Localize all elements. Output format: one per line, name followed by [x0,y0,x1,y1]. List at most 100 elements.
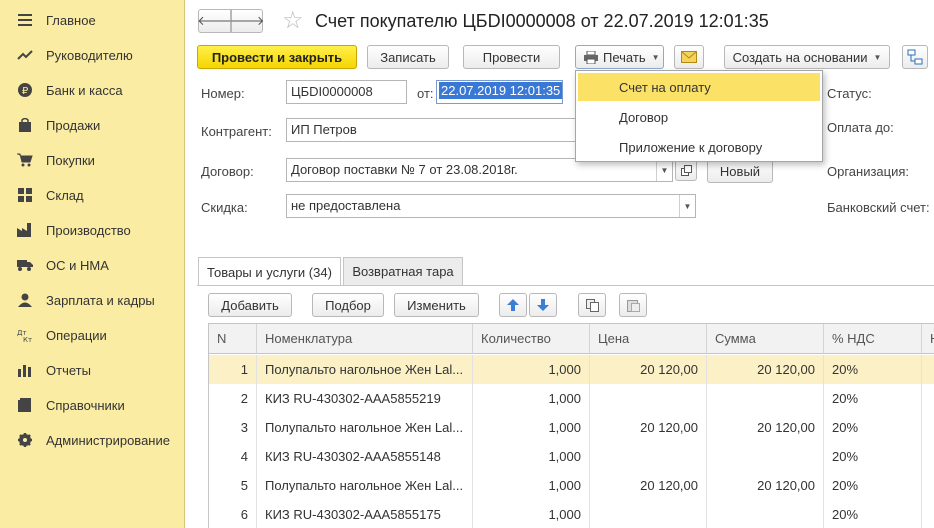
sidebar-item-operations[interactable]: Дт Кт Операции [0,320,184,350]
sidebar-item-label: Банк и касса [46,82,123,98]
sidebar-item-catalogs[interactable]: Справочники [0,390,184,420]
structure-button[interactable] [902,45,928,69]
table-row[interactable]: 1 Полупальто нагольное Жен Lal... 1,000 … [209,355,934,384]
date-value: 22.07.2019 12:01:35 [439,82,562,99]
cell-vat: 20% [824,413,922,442]
sidebar-item-label: Главное [46,12,96,28]
paste-button[interactable] [619,293,647,317]
favorite-star-icon[interactable]: ☆ [282,6,304,34]
table-row[interactable]: 5 Полупальто нагольное Жен Lal... 1,000 … [209,471,934,500]
cell-quantity: 1,000 [473,471,590,500]
sidebar-item-label: Склад [46,187,84,203]
table-row[interactable]: 3 Полупальто нагольное Жен Lal... 1,000 … [209,413,934,442]
book-icon [17,397,33,413]
page-title: Счет покупателю ЦБDI0000008 от 22.07.201… [315,11,769,31]
new-contract-button[interactable]: Новый [707,159,773,183]
back-button[interactable]: 🡐 [197,9,232,33]
cell-name: Полупальто нагольное Жен Lal... [257,355,473,384]
table-row[interactable]: 2 КИЗ RU-430302-ААА5855219 1,000 20% [209,384,934,413]
move-up-button[interactable] [499,293,527,317]
chevron-down-icon: ▼ [651,52,660,62]
table-row[interactable]: 6 КИЗ RU-430302-ААА5855175 1,000 20% [209,500,934,528]
cart-icon [17,152,33,168]
arrow-down-icon [537,299,549,311]
cell-price: 20 120,00 [590,355,707,384]
column-header-extra[interactable]: Н [922,324,934,354]
tab-returnable-packaging[interactable]: Возвратная тара [343,257,463,285]
discount-field[interactable]: не предоставлена ▼ [286,194,696,218]
menu-item-invoice[interactable]: Счет на оплату [578,73,820,101]
column-header-quantity[interactable]: Количество [473,324,590,354]
menu-item-contract-appendix[interactable]: Приложение к договору [578,133,820,161]
print-button[interactable]: Печать ▼ [575,45,664,69]
cell-name: КИЗ RU-430302-ААА5855148 [257,442,473,471]
sidebar-item-bank[interactable]: ₽ Банк и касса [0,75,184,105]
sidebar-item-admin[interactable]: Администрирование [0,425,184,455]
cell-name: Полупальто нагольное Жен Lal... [257,471,473,500]
sidebar-item-label: ОС и НМА [46,257,109,273]
menu-item-contract[interactable]: Договор [578,103,820,131]
ruble-coin-icon: ₽ [17,82,33,98]
column-header-n[interactable]: N [209,324,257,354]
column-header-price[interactable]: Цена [590,324,707,354]
shopping-bag-icon [17,117,33,133]
print-menu: Счет на оплату Договор Приложение к дого… [575,70,823,162]
menu-icon [17,12,33,28]
copy-icon [585,298,599,312]
organization-label: Организация: [827,164,910,179]
copy-button[interactable] [578,293,606,317]
cell-price [590,500,707,528]
save-button[interactable]: Записать [367,45,449,69]
sidebar-item-salary[interactable]: Зарплата и кадры [0,285,184,315]
open-icon [680,164,692,176]
cell-name: КИЗ RU-430302-ААА5855219 [257,384,473,413]
sidebar-item-main[interactable]: Главное [0,5,184,35]
edit-button[interactable]: Изменить [394,293,479,317]
cell-sum [707,384,824,413]
cell-vat: 20% [824,384,922,413]
sidebar-item-label: Администрирование [46,432,170,448]
tab-goods[interactable]: Товары и услуги (34) [198,257,341,286]
open-contract-button[interactable] [675,159,697,181]
cell-price: 20 120,00 [590,413,707,442]
cell-quantity: 1,000 [473,413,590,442]
forward-button[interactable]: 🡒 [230,9,264,33]
pick-button[interactable]: Подбор [312,293,384,317]
table-row[interactable]: 4 КИЗ RU-430302-ААА5855148 1,000 20% [209,442,934,471]
post-button[interactable]: Провести [463,45,560,69]
post-and-close-button[interactable]: Провести и закрыть [197,45,357,69]
column-header-sum[interactable]: Сумма [707,324,824,354]
chevron-down-icon[interactable]: ▼ [679,195,695,217]
create-based-on-button[interactable]: Создать на основании ▼ [724,45,890,69]
sidebar-item-production[interactable]: Производство [0,215,184,245]
hierarchy-icon [907,49,923,65]
arrow-up-icon [507,299,519,311]
cell-price [590,442,707,471]
sidebar-item-reports[interactable]: Отчеты [0,355,184,385]
chevron-down-icon[interactable]: ▼ [656,159,672,181]
sidebar-item-purchases[interactable]: Покупки [0,145,184,175]
pay-until-label: Оплата до: [827,120,894,135]
bar-chart-icon [17,362,33,378]
counterparty-field[interactable]: ИП Петров [286,118,576,142]
add-row-button[interactable]: Добавить [208,293,292,317]
move-down-button[interactable] [529,293,557,317]
email-button[interactable] [674,45,704,69]
column-header-name[interactable]: Номенклатура [257,324,473,354]
sidebar-item-director[interactable]: Руководителю [0,40,184,70]
date-field[interactable]: 22.07.2019 12:01:35 [436,80,563,104]
number-field[interactable]: ЦБDI0000008 [286,80,407,104]
cell-quantity: 1,000 [473,384,590,413]
sidebar-item-warehouse[interactable]: Склад [0,180,184,210]
discount-label: Скидка: [201,200,248,215]
paste-icon [626,299,640,312]
sidebar-item-sales[interactable]: Продажи [0,110,184,140]
chevron-down-icon: ▼ [873,52,882,62]
sidebar-item-assets[interactable]: ОС и НМА [0,250,184,280]
warehouse-icon [17,187,33,203]
column-header-vat[interactable]: % НДС [824,324,922,354]
print-button-label: Печать [603,49,646,65]
cell-sum: 20 120,00 [707,471,824,500]
dt-kt-icon: Дт Кт [17,327,33,343]
tab-divider [197,285,934,286]
